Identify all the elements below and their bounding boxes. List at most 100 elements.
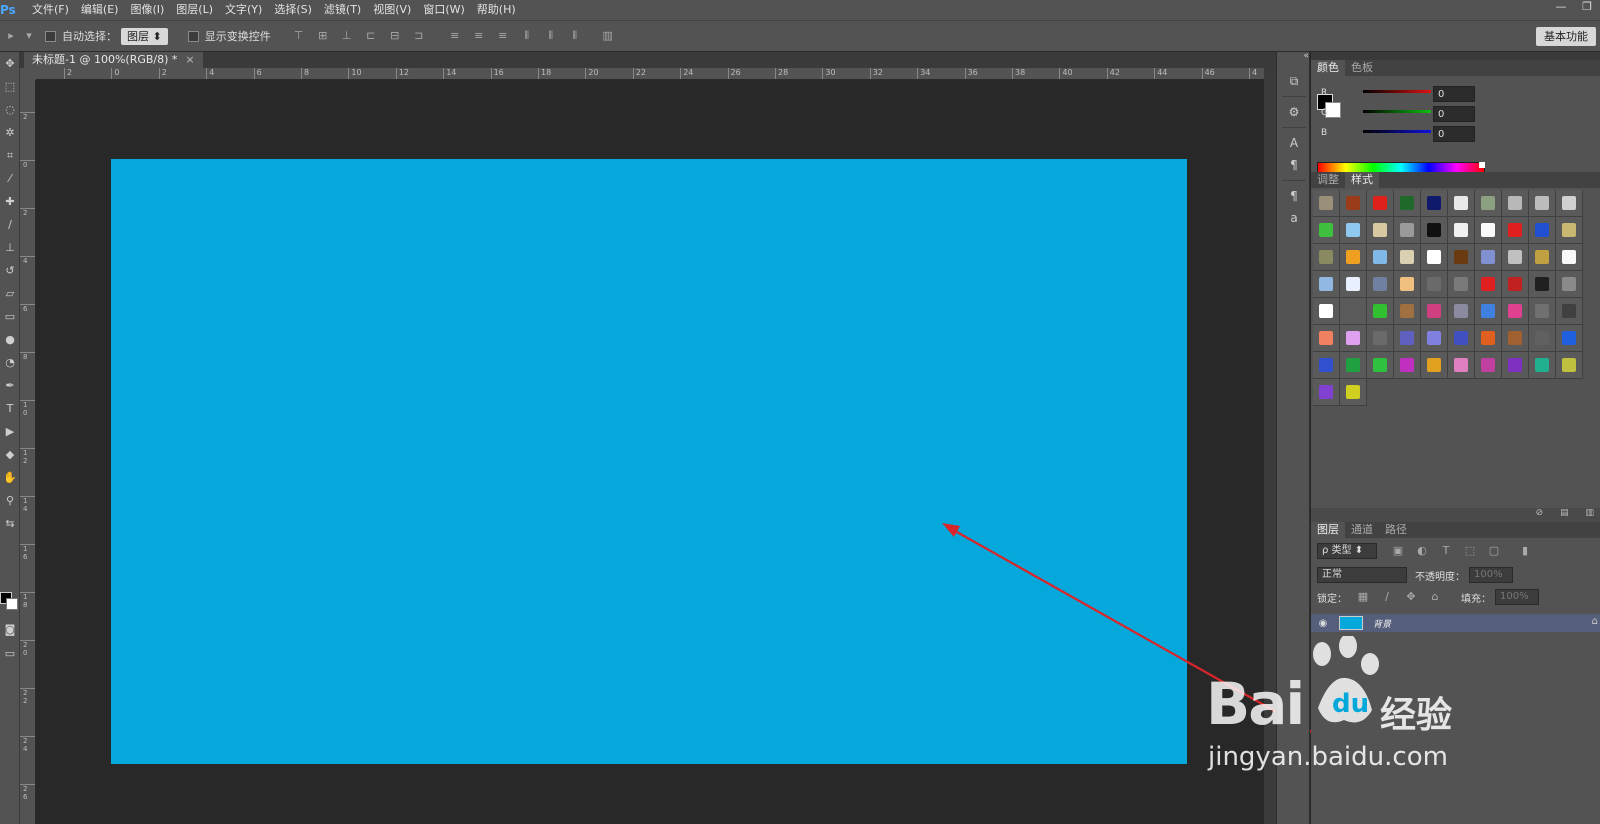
- menu-help[interactable]: 帮助(H): [471, 0, 522, 20]
- align-vcenter-icon[interactable]: ⊞: [316, 29, 330, 43]
- menu-layer[interactable]: 图层(L): [170, 0, 219, 20]
- align-bottom-icon[interactable]: ⊥: [340, 29, 354, 43]
- style-swatch-cell[interactable]: [1448, 325, 1475, 352]
- style-swatch-cell[interactable]: [1448, 352, 1475, 379]
- menu-type[interactable]: 文字(Y): [219, 0, 268, 20]
- zoom-tool-icon[interactable]: ⚲: [0, 489, 20, 512]
- style-swatch-cell[interactable]: [1367, 271, 1394, 298]
- move-tool-icon[interactable]: ✥: [0, 52, 20, 75]
- filter-shape-icon[interactable]: ⬚: [1463, 544, 1477, 558]
- style-swatch-cell[interactable]: [1502, 271, 1529, 298]
- menu-edit[interactable]: 编辑(E): [75, 0, 125, 20]
- align-right-icon[interactable]: ⊐: [412, 29, 426, 43]
- style-swatch-cell[interactable]: [1529, 244, 1556, 271]
- style-swatch-cell[interactable]: [1340, 244, 1367, 271]
- style-swatch-cell[interactable]: [1367, 352, 1394, 379]
- style-swatch-cell[interactable]: [1421, 325, 1448, 352]
- style-swatch-cell[interactable]: [1313, 379, 1340, 406]
- ruler-origin[interactable]: [20, 68, 36, 80]
- minimize-button[interactable]: —: [1548, 0, 1574, 16]
- style-swatch-cell[interactable]: [1421, 190, 1448, 217]
- channel-slider-g[interactable]: [1363, 110, 1431, 113]
- marquee-tool-icon[interactable]: ⬚: [0, 75, 20, 98]
- distribute-top-icon[interactable]: ≡: [448, 29, 462, 43]
- lock-pixels-icon[interactable]: ∕: [1380, 590, 1394, 604]
- magic-wand-tool-icon[interactable]: ✲: [0, 121, 20, 144]
- style-swatch-cell[interactable]: [1367, 298, 1394, 325]
- style-swatch-cell[interactable]: [1394, 352, 1421, 379]
- pen-tool-icon[interactable]: ✒: [0, 374, 20, 397]
- eyedropper-tool-icon[interactable]: ⁄: [0, 167, 20, 190]
- style-swatch-cell[interactable]: [1502, 244, 1529, 271]
- workspace-button[interactable]: 基本功能: [1536, 27, 1596, 46]
- style-swatch-cell[interactable]: [1556, 190, 1583, 217]
- style-swatch-cell[interactable]: [1313, 190, 1340, 217]
- style-swatch-cell[interactable]: [1475, 271, 1502, 298]
- blur-tool-icon[interactable]: ●: [0, 328, 20, 351]
- style-swatch-cell[interactable]: [1394, 217, 1421, 244]
- style-swatch-cell[interactable]: [1448, 298, 1475, 325]
- auto-select-dropdown[interactable]: 图层 ⬍: [121, 27, 168, 45]
- style-swatch-cell[interactable]: [1313, 352, 1340, 379]
- style-swatch-cell[interactable]: [1340, 271, 1367, 298]
- style-swatch-cell[interactable]: [1421, 217, 1448, 244]
- tab-channels[interactable]: 通道: [1345, 522, 1379, 538]
- properties-panel-icon[interactable]: ⚙: [1277, 101, 1311, 123]
- brush-tool-icon[interactable]: ∕: [0, 213, 20, 236]
- menu-window[interactable]: 窗口(W): [417, 0, 470, 20]
- layer-filter-dropdown[interactable]: ρ 类型 ⬍: [1317, 543, 1377, 559]
- style-swatch-cell[interactable]: [1367, 325, 1394, 352]
- lock-all-icon[interactable]: ⌂: [1428, 590, 1442, 604]
- menu-image[interactable]: 图像(I): [124, 0, 170, 20]
- clone-stamp-tool-icon[interactable]: ⊥: [0, 236, 20, 259]
- style-swatch-cell[interactable]: [1556, 352, 1583, 379]
- style-swatch-cell[interactable]: [1448, 217, 1475, 244]
- swap-colors-icon[interactable]: ⇆: [0, 512, 20, 535]
- style-swatch-cell[interactable]: [1367, 244, 1394, 271]
- close-icon[interactable]: ×: [185, 52, 194, 68]
- document-canvas[interactable]: [111, 159, 1187, 764]
- crop-tool-icon[interactable]: ⌗: [0, 144, 20, 167]
- style-swatch-cell[interactable]: [1313, 217, 1340, 244]
- tab-swatches[interactable]: 色板: [1345, 60, 1379, 76]
- filter-toggle-icon[interactable]: ▮: [1518, 544, 1532, 558]
- align-left-icon[interactable]: ⊏: [364, 29, 378, 43]
- new-style-icon[interactable]: ▤: [1560, 508, 1569, 518]
- character-styles-icon[interactable]: a: [1277, 207, 1311, 229]
- style-swatch-cell[interactable]: [1394, 325, 1421, 352]
- tool-preset-chevron-icon[interactable]: ▾: [25, 29, 33, 43]
- style-swatch-cell[interactable]: [1421, 352, 1448, 379]
- collapse-chevron-icon[interactable]: «: [1277, 52, 1311, 62]
- clear-style-icon[interactable]: ⊘: [1536, 508, 1544, 518]
- horizontal-ruler[interactable]: 2 0 2 4 6 8 10 12 14 16 18 20 22 24 26 28 30 32 34 36 38 40 42…: [36, 68, 1276, 80]
- channel-slider-b[interactable]: [1363, 130, 1431, 133]
- style-swatch-cell[interactable]: [1448, 271, 1475, 298]
- dodge-tool-icon[interactable]: ◔: [0, 351, 20, 374]
- type-tool-icon[interactable]: T: [0, 397, 20, 420]
- delete-style-icon[interactable]: ▥: [1585, 508, 1594, 518]
- path-selection-tool-icon[interactable]: ▶: [0, 420, 20, 443]
- style-swatch-cell[interactable]: [1340, 298, 1367, 325]
- lock-transparent-icon[interactable]: ▦: [1356, 590, 1370, 604]
- style-swatch-cell[interactable]: [1340, 190, 1367, 217]
- style-swatch-cell[interactable]: [1502, 217, 1529, 244]
- style-swatch-cell[interactable]: [1313, 271, 1340, 298]
- hand-tool-icon[interactable]: ✋: [0, 466, 20, 489]
- tab-color[interactable]: 颜色: [1311, 60, 1345, 76]
- style-swatch-cell[interactable]: [1556, 217, 1583, 244]
- style-swatch-cell[interactable]: [1421, 271, 1448, 298]
- align-hcenter-icon[interactable]: ⊟: [388, 29, 402, 43]
- align-top-icon[interactable]: ⊤: [292, 29, 306, 43]
- style-swatch-cell[interactable]: [1421, 244, 1448, 271]
- style-swatch-cell[interactable]: [1556, 271, 1583, 298]
- blend-mode-dropdown[interactable]: 正常: [1317, 567, 1407, 583]
- style-swatch-cell[interactable]: [1475, 298, 1502, 325]
- move-tool-icon[interactable]: ▸: [4, 29, 18, 43]
- channel-slider-r[interactable]: [1363, 90, 1431, 93]
- distribute-hcenter-icon[interactable]: ⦀: [544, 29, 558, 43]
- lasso-tool-icon[interactable]: ◌: [0, 98, 20, 121]
- style-swatch-cell[interactable]: [1529, 271, 1556, 298]
- style-swatch-cell[interactable]: [1448, 244, 1475, 271]
- style-swatch-cell[interactable]: [1502, 298, 1529, 325]
- style-swatch-cell[interactable]: [1475, 352, 1502, 379]
